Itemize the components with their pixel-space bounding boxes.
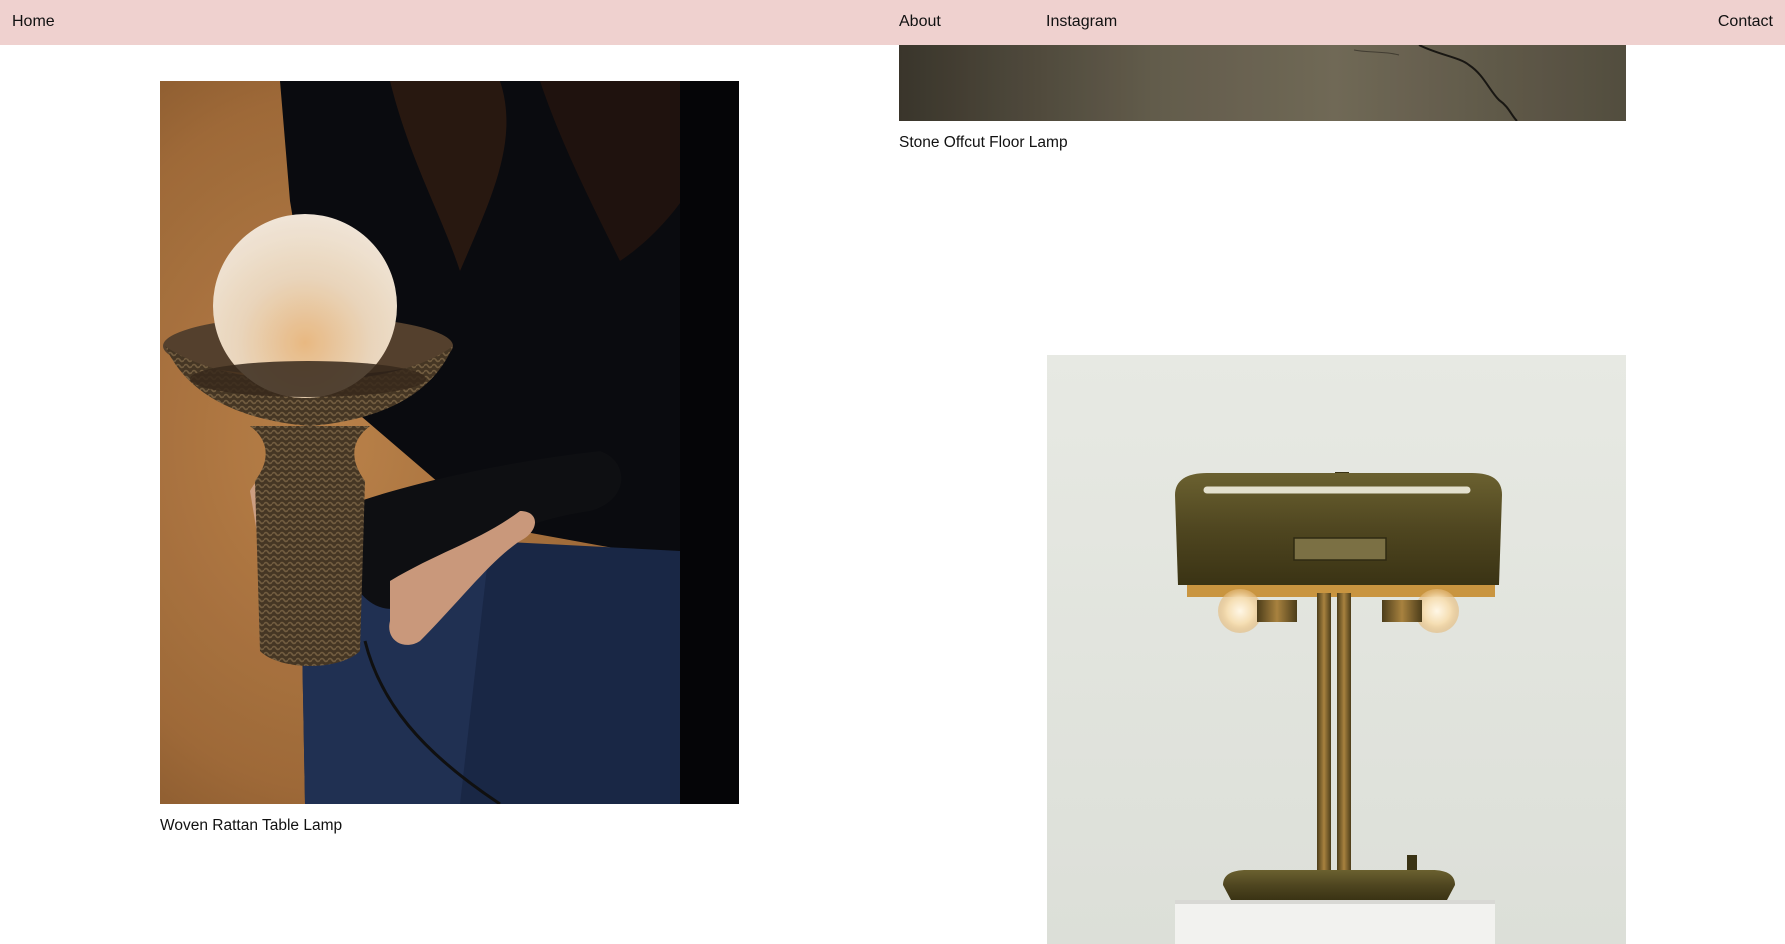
top-nav: Home About Instagram Contact: [0, 0, 1785, 45]
rattan-table-lamp-caption[interactable]: Woven Rattan Table Lamp: [160, 816, 342, 836]
desk-lamp-image[interactable]: [1047, 355, 1626, 944]
stone-floor-lamp-caption[interactable]: Stone Offcut Floor Lamp: [899, 133, 1068, 153]
nav-contact-link[interactable]: Contact: [1718, 12, 1773, 32]
nav-instagram-link[interactable]: Instagram: [1046, 12, 1117, 32]
stone-floor-lamp-image[interactable]: [899, 45, 1626, 121]
nav-home-link[interactable]: Home: [12, 12, 55, 32]
rattan-table-lamp-image[interactable]: [160, 81, 739, 804]
nav-about-link[interactable]: About: [899, 12, 941, 32]
